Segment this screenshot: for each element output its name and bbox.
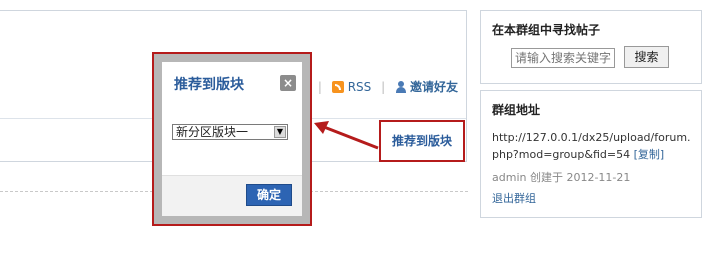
search-button[interactable]: 搜索 [624, 46, 669, 68]
chevron-down-icon[interactable]: ▼ [274, 126, 286, 138]
rss-icon [331, 81, 344, 93]
copy-link[interactable]: [复制] [634, 148, 665, 161]
group-search-box: 在本群组中寻找帖子 搜索 [480, 10, 702, 84]
quit-group-link[interactable]: 退出群组 [492, 190, 536, 206]
group-url-box: 群组地址 http://127.0.0.1/dx25/upload/forum.… [480, 90, 702, 218]
group-actions: 藏 | RSS | 邀请好友 [296, 78, 458, 96]
invite-friends-link[interactable]: 邀请好友 [410, 80, 458, 94]
separator: | [317, 80, 322, 94]
separator: | [381, 80, 386, 94]
recommend-callout: 推荐到版块 [379, 120, 465, 162]
recommend-dialog-overlay: 推荐到版块 × 新分区版块一 ▼ 确定 [152, 52, 312, 226]
user-icon [395, 81, 407, 93]
rss-link[interactable]: RSS [348, 80, 372, 94]
close-icon[interactable]: × [280, 75, 296, 91]
select-value: 新分区版块一 [176, 125, 249, 139]
search-box-title: 在本群组中寻找帖子 [492, 23, 601, 37]
confirm-button[interactable]: 确定 [246, 184, 292, 206]
callout-label: 推荐到版块 [391, 134, 452, 148]
dialog-footer: 确定 [162, 175, 302, 216]
group-url: http://127.0.0.1/dx25/upload/forum.php?m… [492, 129, 694, 163]
dialog-title: 推荐到版块 [174, 77, 244, 93]
forum-section-select[interactable]: 新分区版块一 ▼ [172, 124, 288, 140]
group-url-title: 群组地址 [492, 103, 541, 117]
annotation-arrow-icon [314, 121, 379, 150]
creator-info: admin 创建于 2012-11-21 [492, 171, 631, 184]
recommend-dialog: 推荐到版块 × 新分区版块一 ▼ 确定 [162, 62, 302, 216]
search-input[interactable] [511, 48, 615, 68]
